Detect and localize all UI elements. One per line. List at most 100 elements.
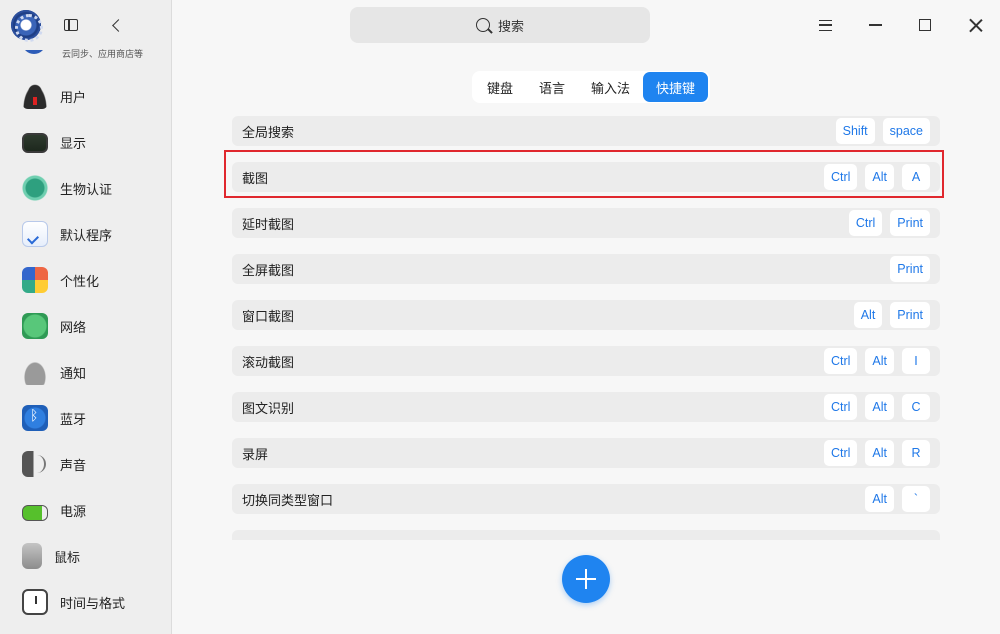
tab-3[interactable]: 快捷键: [643, 72, 709, 102]
key-badge: Ctrl: [823, 348, 858, 374]
shortcut-row[interactable]: 全局搜索 Shift space: [232, 116, 940, 146]
shortcut-row[interactable]: 窗口截图 Alt Print: [232, 300, 940, 330]
display-icon: [22, 133, 48, 153]
sidebar-item-label: 生物认证: [60, 182, 113, 198]
shortcut-row[interactable]: 滚动截图 Ctrl Alt I: [232, 346, 940, 376]
shortcut-row-partial[interactable]: [232, 530, 940, 540]
sidebar-toggle-icon: [64, 19, 78, 31]
tab-bar: 键盘 语言 输入法 快捷键: [472, 71, 711, 103]
key-badge: Alt: [865, 348, 894, 374]
sidebar-item-3[interactable]: 默认程序: [0, 211, 171, 257]
shortcut-keys: Ctrl Print: [848, 210, 930, 236]
search-placeholder: 搜索: [497, 19, 524, 35]
mouse-icon: [22, 543, 42, 569]
key-badge: Shift: [835, 118, 875, 144]
shortcut-keys: Ctrl Alt C: [823, 394, 930, 420]
search-icon: [475, 18, 490, 32]
sidebar-item-label: 个性化: [60, 274, 100, 290]
sidebar-item-1[interactable]: 显示: [0, 119, 171, 165]
key-badge: Ctrl: [823, 394, 858, 420]
bell-icon: [22, 359, 48, 385]
shortcut-keys: Shift space: [835, 118, 930, 144]
hamburger-menu-icon: [818, 19, 832, 31]
menu-button[interactable]: [812, 12, 838, 38]
key-badge: R: [902, 440, 930, 466]
shortcut-list: 全局搜索 Shift space 截图 Ctrl Alt A 延时截图 Ctrl Print 全屏截…: [232, 116, 940, 540]
shortcut-name: 延时截图: [242, 217, 295, 233]
sidebar-item-label: 蓝牙: [60, 412, 87, 428]
fingerprint-icon: [22, 175, 48, 201]
chevron-left-icon: [111, 18, 125, 32]
tab-0[interactable]: 键盘: [474, 72, 526, 102]
key-badge: space: [882, 118, 930, 144]
sidebar-item-label: 默认程序: [60, 228, 113, 244]
maximize-button[interactable]: [912, 12, 938, 38]
key-badge: Ctrl: [823, 164, 858, 190]
sidebar-item-10[interactable]: 鼠标: [0, 533, 171, 579]
shortcut-row[interactable]: 图文识别 Ctrl Alt C: [232, 392, 940, 422]
minimize-button[interactable]: [862, 12, 888, 38]
shortcut-name: 图文识别: [242, 401, 295, 417]
back-button[interactable]: [103, 12, 129, 38]
minimize-icon: [868, 24, 882, 26]
shortcut-keys: Ctrl Alt A: [823, 164, 930, 190]
sidebar-item-7[interactable]: 蓝牙: [0, 395, 171, 441]
tab-1[interactable]: 语言: [526, 72, 578, 102]
key-badge: Alt: [865, 486, 894, 512]
sidebar-item-label: 声音: [60, 458, 87, 474]
shortcut-name: 全局搜索: [242, 125, 295, 141]
key-badge: `: [902, 486, 930, 512]
key-badge: Ctrl: [848, 210, 883, 236]
key-badge: Alt: [865, 164, 894, 190]
maximize-icon: [919, 19, 931, 31]
key-badge: Print: [890, 210, 930, 236]
add-shortcut-button[interactable]: [562, 555, 610, 603]
shortcut-name: 切换同类型窗口: [242, 493, 334, 509]
shortcut-keys: Print: [890, 256, 930, 282]
key-badge: Alt: [853, 302, 883, 328]
shortcut-name: 截图: [242, 171, 269, 187]
sidebar-nav: 用户显示生物认证默认程序个性化网络通知蓝牙声音电源鼠标时间与格式: [0, 73, 171, 625]
network-icon: [22, 313, 48, 339]
plus-icon: [576, 569, 596, 589]
shortcut-keys: Ctrl Alt I: [823, 348, 930, 374]
sidebar-item-9[interactable]: 电源: [0, 487, 171, 533]
sidebar-toggle-button[interactable]: [58, 12, 84, 38]
shortcut-name: 窗口截图: [242, 309, 295, 325]
sidebar-item-label: 用户: [60, 90, 87, 106]
key-badge: Ctrl: [823, 440, 858, 466]
sidebar-item-5[interactable]: 网络: [0, 303, 171, 349]
sidebar-item-4[interactable]: 个性化: [0, 257, 171, 303]
default-apps-icon: [22, 221, 48, 247]
sidebar-item-8[interactable]: 声音: [0, 441, 171, 487]
sidebar-item-label: 时间与格式: [60, 596, 126, 612]
key-badge: A: [902, 164, 930, 190]
shortcut-row[interactable]: 全屏截图 Print: [232, 254, 940, 284]
sidebar-item-6[interactable]: 通知: [0, 349, 171, 395]
shortcut-name: 全屏截图: [242, 263, 295, 279]
shortcut-keys: Alt Print: [853, 302, 930, 328]
sidebar-titlebar: [0, 0, 171, 50]
account-subtitle[interactable]: 云同步、应用商店等: [62, 47, 143, 60]
shortcut-row[interactable]: 切换同类型窗口 Alt `: [232, 484, 940, 514]
sidebar-item-2[interactable]: 生物认证: [0, 165, 171, 211]
key-badge: Alt: [865, 440, 894, 466]
shortcut-row[interactable]: 录屏 Ctrl Alt R: [232, 438, 940, 468]
battery-icon: [22, 504, 48, 521]
sidebar-item-11[interactable]: 时间与格式: [0, 579, 171, 625]
shortcut-row[interactable]: 截图 Ctrl Alt A: [232, 162, 940, 192]
sidebar-item-0[interactable]: 用户: [0, 73, 171, 119]
tab-2[interactable]: 输入法: [578, 72, 643, 102]
sidebar-item-label: 通知: [60, 366, 87, 382]
close-button[interactable]: [962, 12, 988, 38]
key-badge: Print: [890, 256, 930, 282]
shortcut-name: 滚动截图: [242, 355, 295, 371]
shortcut-keys: Alt `: [865, 486, 930, 512]
speaker-icon: [22, 451, 48, 477]
shortcut-row[interactable]: 延时截图 Ctrl Print: [232, 208, 940, 238]
sidebar-item-label: 网络: [60, 320, 87, 336]
search-input[interactable]: 搜索: [350, 7, 650, 43]
shortcut-name: 录屏: [242, 447, 269, 463]
shortcut-keys: Ctrl Alt R: [823, 440, 930, 466]
key-badge: C: [902, 394, 930, 420]
